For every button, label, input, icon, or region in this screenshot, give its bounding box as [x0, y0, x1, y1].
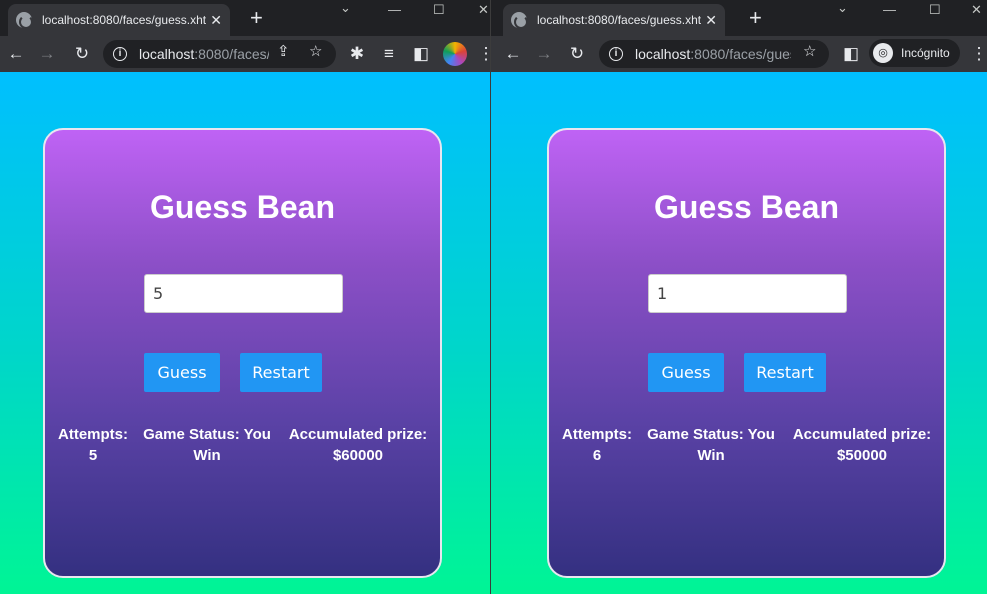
guess-input[interactable]: 1: [648, 274, 847, 313]
game-card: Guess Bean 1 Guess Restart Attempts: 6 G…: [547, 128, 946, 578]
star-icon[interactable]: ☆: [309, 42, 322, 60]
address-bar[interactable]: i localhost:8080/faces/guess.xhtml ⇪ ☆: [103, 40, 336, 68]
game-card: Guess Bean 5 Guess Restart Attempts: 5 G…: [43, 128, 442, 578]
reload-icon[interactable]: ↻: [565, 42, 589, 66]
prize-value: $50000: [836, 447, 888, 464]
share-icon[interactable]: ⇪: [277, 42, 290, 60]
tab-title: localhost:8080/faces/guess.xhtml: [537, 13, 702, 27]
game-status: Game Status: You Win: [647, 426, 775, 464]
forward-icon[interactable]: →: [35, 42, 59, 66]
profile-icon[interactable]: [443, 42, 467, 66]
chevron-down-icon[interactable]: ⌄: [340, 0, 351, 16]
info-icon[interactable]: i: [113, 47, 127, 61]
attempts-stat: Attempts: 6: [557, 424, 637, 466]
globe-icon: [511, 12, 528, 29]
close-icon[interactable]: ✕: [705, 13, 717, 27]
globe-icon: [16, 12, 33, 29]
attempts-label: Attempts:: [562, 426, 632, 443]
url-text[interactable]: localhost:8080/faces/guess.xhtml: [635, 46, 791, 62]
info-icon[interactable]: i: [609, 47, 623, 61]
attempts-label: Attempts:: [58, 426, 128, 443]
menu-icon[interactable]: ⋮: [474, 42, 491, 66]
url-text[interactable]: localhost:8080/faces/guess.xhtml: [139, 46, 269, 62]
browser-window-left: localhost:8080/faces/guess.xhtml ✕ + ⌄ —…: [0, 0, 490, 594]
attempts-stat: Attempts: 5: [53, 424, 133, 466]
side-panel-icon[interactable]: ◧: [839, 42, 863, 66]
browser-toolbar: ← → ↻ i localhost:8080/faces/guess.xhtml…: [491, 36, 987, 72]
attempts-value: 6: [592, 447, 602, 464]
guess-button[interactable]: Guess: [648, 353, 724, 392]
restart-button[interactable]: Restart: [240, 353, 322, 392]
browser-window-right: localhost:8080/faces/guess.xhtml ✕ + ⌄ —…: [490, 0, 987, 594]
incognito-badge[interactable]: ◎ Incógnito: [869, 39, 960, 67]
tab-strip: localhost:8080/faces/guess.xhtml ✕ + ⌄ —…: [491, 0, 987, 36]
attempts-value: 5: [88, 447, 98, 464]
close-icon[interactable]: ✕: [210, 13, 222, 27]
browser-toolbar: ← → ↻ i localhost:8080/faces/guess.xhtml…: [0, 36, 490, 72]
browser-tab[interactable]: localhost:8080/faces/guess.xhtml ✕: [8, 4, 230, 36]
prize-stat: Accumulated prize: $60000: [283, 424, 433, 466]
browser-tab[interactable]: localhost:8080/faces/guess.xhtml ✕: [503, 4, 725, 36]
star-icon[interactable]: ☆: [803, 42, 816, 60]
restart-button[interactable]: Restart: [744, 353, 826, 392]
tab-strip: localhost:8080/faces/guess.xhtml ✕ + ⌄ —…: [0, 0, 490, 36]
reload-icon[interactable]: ↻: [70, 42, 94, 66]
minimize-icon[interactable]: —: [883, 2, 896, 17]
incognito-label: Incógnito: [901, 46, 950, 60]
page-title: Guess Bean: [150, 189, 335, 225]
close-window-icon[interactable]: ✕: [478, 2, 489, 18]
maximize-icon[interactable]: ☐: [929, 2, 941, 18]
guess-input[interactable]: 5: [144, 274, 343, 313]
prize-label: Accumulated prize:: [792, 426, 932, 443]
side-panel-icon[interactable]: ◧: [409, 42, 433, 66]
prize-value: $60000: [332, 447, 384, 464]
incognito-icon: ◎: [873, 43, 893, 63]
address-bar[interactable]: i localhost:8080/faces/guess.xhtml ☆: [599, 40, 829, 68]
back-icon[interactable]: ←: [4, 42, 28, 66]
page-title: Guess Bean: [654, 189, 839, 225]
extensions-icon[interactable]: ✱: [345, 42, 369, 66]
media-icon[interactable]: ≡: [377, 42, 401, 66]
minimize-icon[interactable]: —: [388, 2, 401, 17]
page-viewport: Guess Bean 1 Guess Restart Attempts: 6 G…: [491, 72, 987, 594]
plus-icon[interactable]: +: [749, 7, 762, 29]
page-viewport: Guess Bean 5 Guess Restart Attempts: 5 G…: [0, 72, 490, 594]
game-status: Game Status: You Win: [143, 426, 271, 464]
maximize-icon[interactable]: ☐: [433, 2, 445, 18]
plus-icon[interactable]: +: [250, 7, 263, 29]
prize-label: Accumulated prize:: [288, 426, 428, 443]
forward-icon[interactable]: →: [532, 42, 556, 66]
back-icon[interactable]: ←: [501, 42, 525, 66]
prize-stat: Accumulated prize: $50000: [787, 424, 937, 466]
chevron-down-icon[interactable]: ⌄: [837, 0, 848, 16]
menu-icon[interactable]: ⋮: [967, 42, 987, 66]
tab-title: localhost:8080/faces/guess.xhtml: [42, 13, 207, 27]
close-window-icon[interactable]: ✕: [971, 2, 982, 18]
guess-button[interactable]: Guess: [144, 353, 220, 392]
